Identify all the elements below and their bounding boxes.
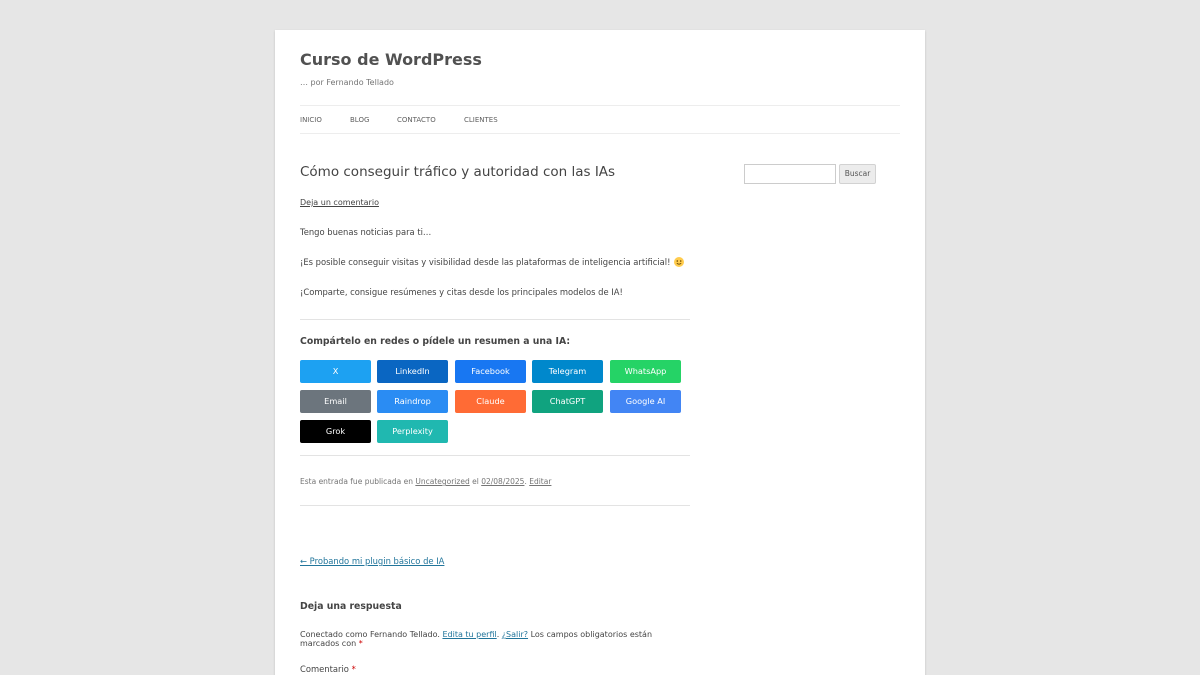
nav-item-clientes[interactable]: CLIENTES — [464, 116, 498, 124]
share-claude-button[interactable]: Claude — [455, 390, 526, 413]
share-telegram-button[interactable]: Telegram — [532, 360, 603, 383]
divider — [300, 505, 690, 506]
share-email-button[interactable]: Email — [300, 390, 371, 413]
share-grok-button[interactable]: Grok — [300, 420, 371, 443]
share-google-ai-button[interactable]: Google AI — [610, 390, 681, 413]
share-linkedin-button[interactable]: LinkedIn — [377, 360, 448, 383]
previous-post-link[interactable]: ← Probando mi plugin básico de IA — [300, 556, 444, 566]
edit-profile-link[interactable]: Edita tu perfil — [442, 630, 496, 639]
logged-in-text: Conectado como Fernando Tellado. — [300, 630, 440, 639]
logout-link[interactable]: ¿Salir? — [502, 630, 528, 639]
comment-label-text: Comentario — [300, 664, 349, 674]
search-button[interactable]: Buscar — [839, 164, 876, 184]
required-asterisk: * — [358, 639, 363, 648]
entry-meta: Esta entrada fue publicada en Uncategori… — [300, 477, 552, 486]
reply-title: Deja una respuesta — [300, 601, 402, 612]
nav-item-contacto[interactable]: CONTACTO — [397, 116, 436, 124]
search-input[interactable] — [744, 164, 836, 184]
main-navigation: INICIO BLOG CONTACTO CLIENTES — [300, 105, 900, 134]
divider — [300, 455, 690, 456]
date-link[interactable]: 02/08/2025 — [481, 477, 524, 486]
post-paragraph-text: ¡Es posible conseguir visitas y visibili… — [300, 257, 671, 267]
post-title: Cómo conseguir tráfico y autoridad con l… — [300, 164, 616, 180]
share-whatsapp-button[interactable]: WhatsApp — [610, 360, 681, 383]
entry-meta-mid: el — [472, 477, 479, 486]
share-chatgpt-button[interactable]: ChatGPT — [532, 390, 603, 413]
site-title[interactable]: Curso de WordPress — [300, 50, 482, 69]
smiley-icon — [673, 257, 684, 267]
post-paragraph: ¡Es posible conseguir visitas y visibili… — [300, 257, 684, 267]
required-asterisk: * — [351, 664, 356, 674]
edit-link[interactable]: Editar — [529, 477, 551, 486]
share-perplexity-button[interactable]: Perplexity — [377, 420, 448, 443]
site-container: Curso de WordPress … por Fernando Tellad… — [275, 30, 925, 675]
post-paragraph: ¡Comparte, consigue resúmenes y citas de… — [300, 287, 623, 297]
share-heading: Compártelo en redes o pídele un resumen … — [300, 336, 571, 347]
entry-meta-prefix: Esta entrada fue publicada en — [300, 477, 413, 486]
share-raindrop-button[interactable]: Raindrop — [377, 390, 448, 413]
nav-item-blog[interactable]: BLOG — [350, 116, 369, 124]
logged-in-notice: Conectado como Fernando Tellado. Edita t… — [300, 630, 653, 648]
divider — [300, 319, 690, 320]
nav-item-inicio[interactable]: INICIO — [300, 116, 322, 124]
post-paragraph: Tengo buenas noticias para ti… — [300, 227, 432, 237]
leave-comment-link[interactable]: Deja un comentario — [300, 198, 379, 207]
category-link[interactable]: Uncategorized — [415, 477, 469, 486]
share-x-button[interactable]: X — [300, 360, 371, 383]
share-facebook-button[interactable]: Facebook — [455, 360, 526, 383]
comment-label: Comentario * — [300, 664, 356, 674]
site-description: … por Fernando Tellado — [300, 78, 394, 87]
